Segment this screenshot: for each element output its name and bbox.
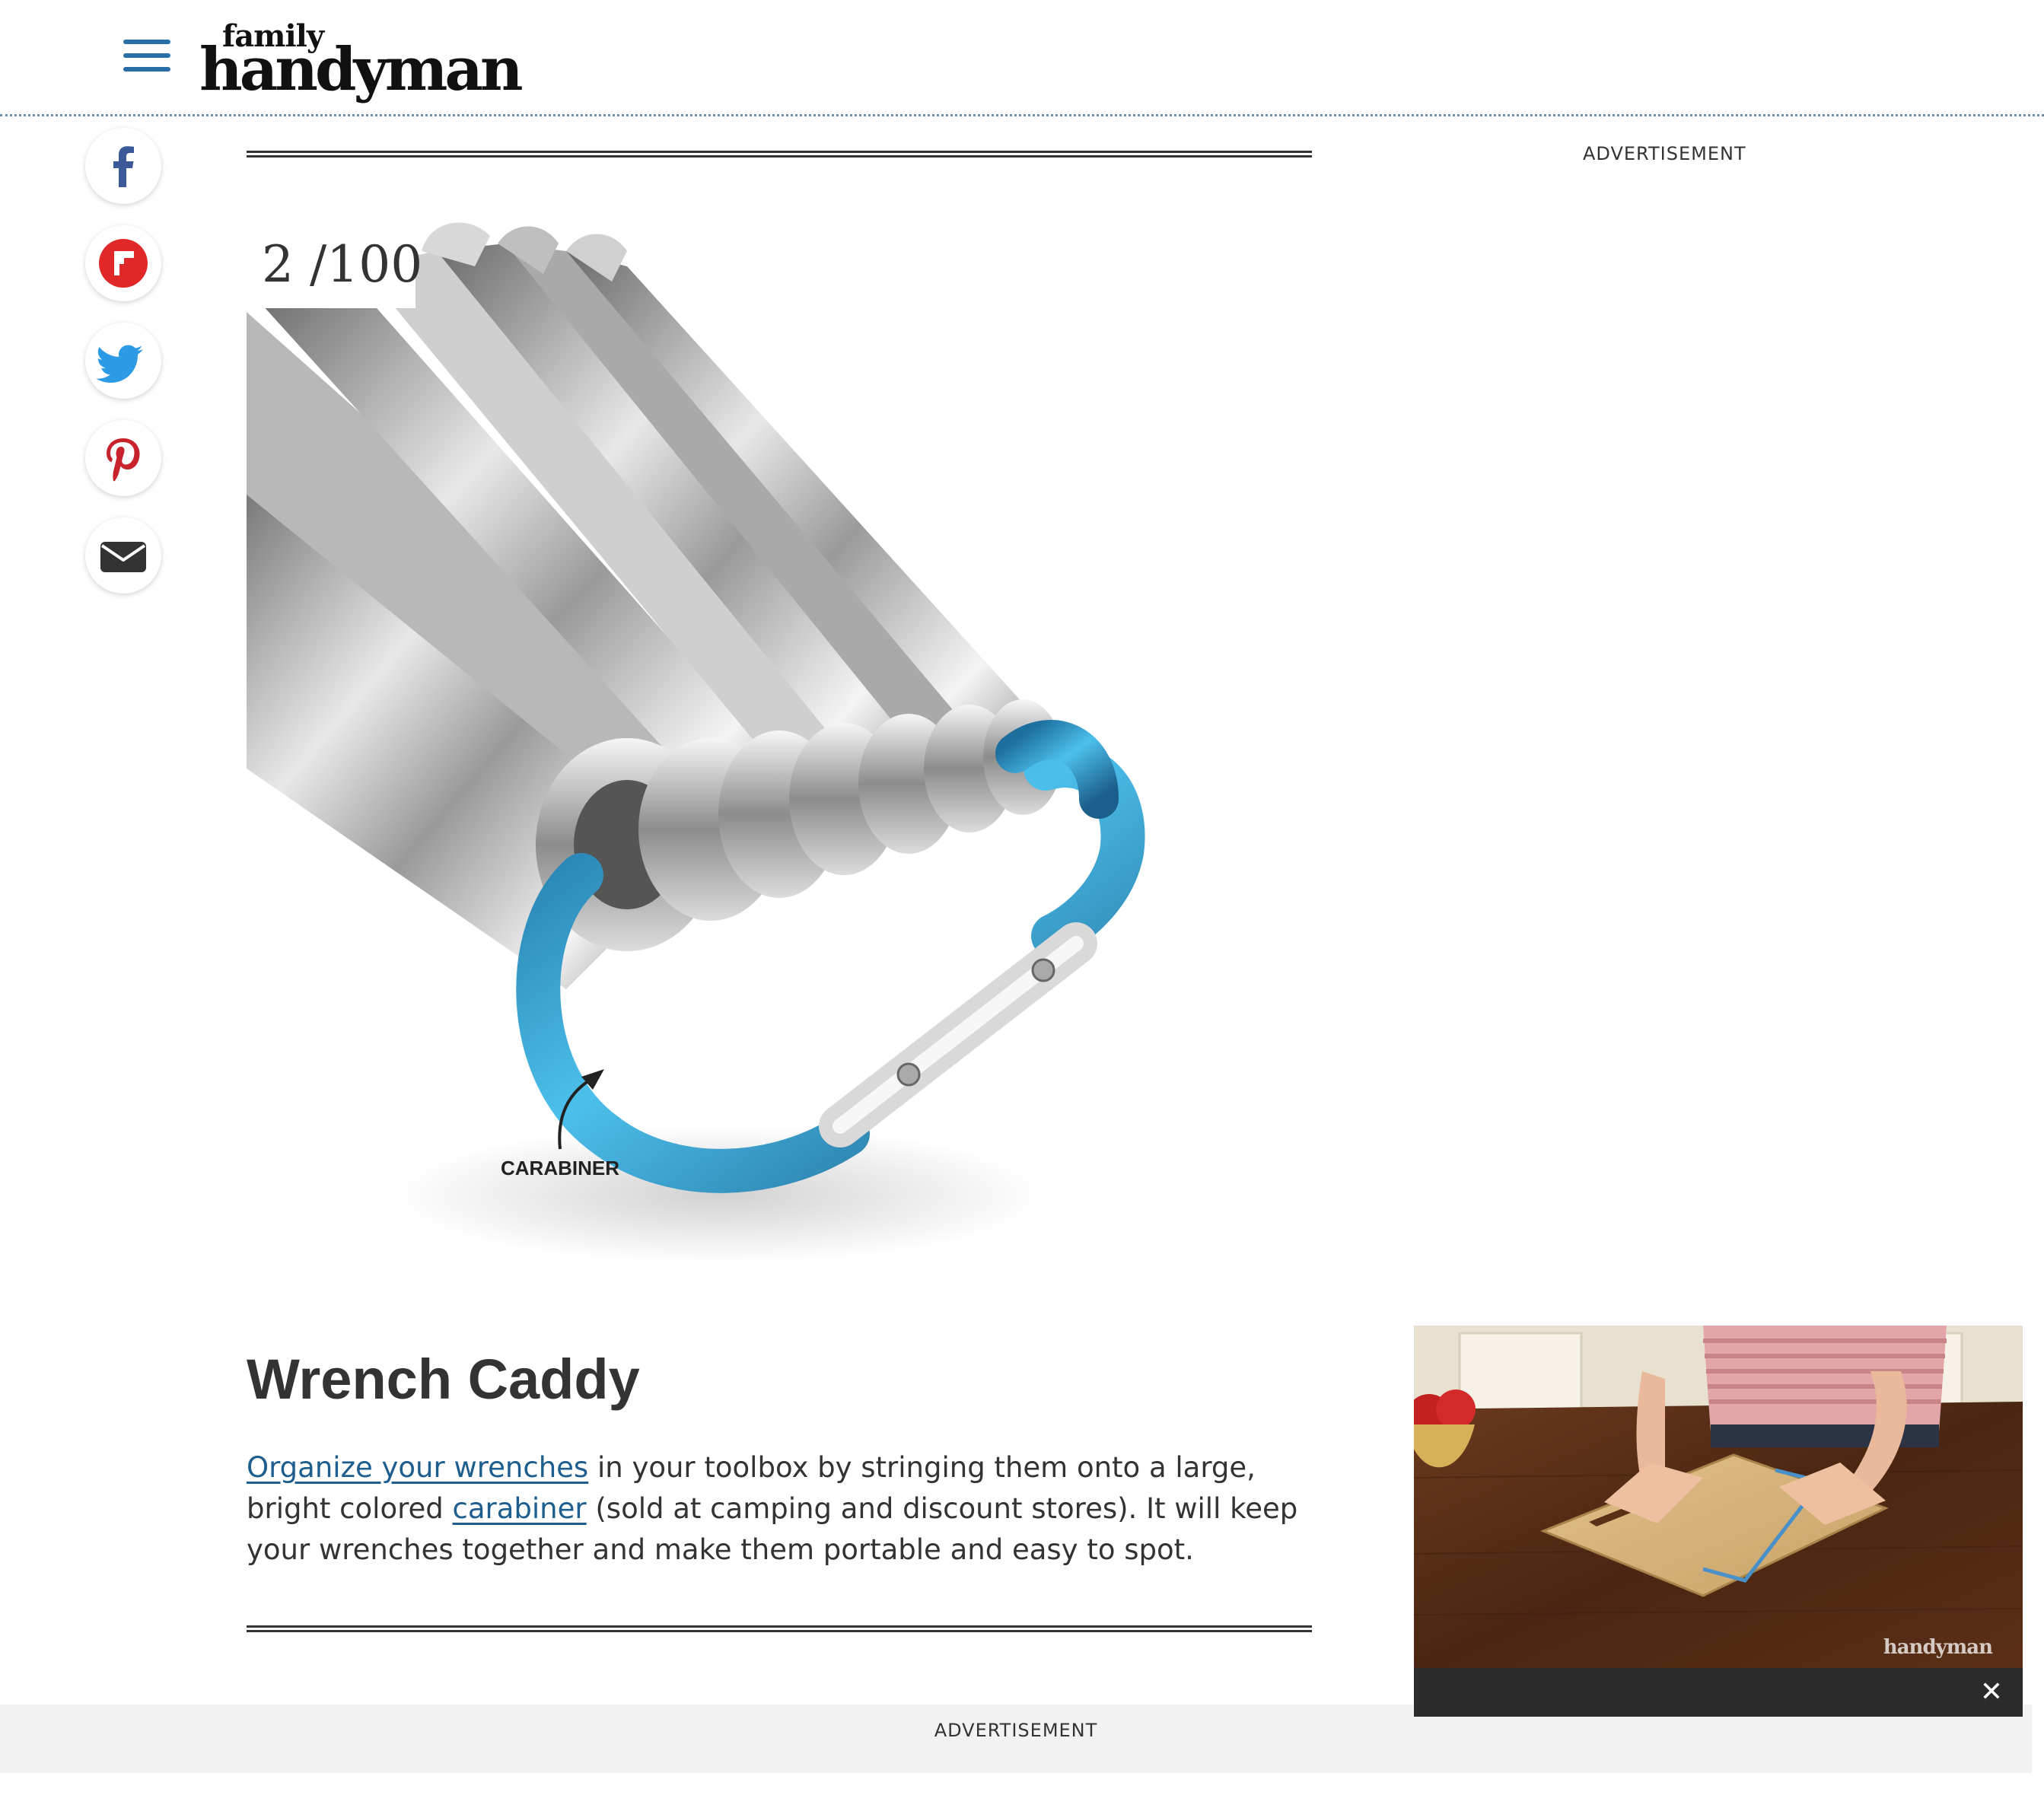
email-icon (100, 542, 146, 572)
twitter-icon (96, 345, 143, 383)
close-icon[interactable]: ✕ (1980, 1677, 2003, 1708)
logo-big-text: handyman (199, 35, 524, 104)
hamburger-menu-icon[interactable] (123, 40, 170, 75)
facebook-share-button[interactable] (85, 128, 161, 204)
slide-counter: 2 /100 (247, 221, 422, 308)
flipboard-icon (99, 239, 148, 288)
slide-description: Organize your wrenches in your toolbox b… (247, 1447, 1327, 1571)
advertisement-label-sidebar: ADVERTISEMENT (1583, 143, 1746, 164)
advertisement-label-banner: ADVERTISEMENT (934, 1720, 1098, 1741)
slide-title: Wrench Caddy (247, 1348, 640, 1411)
section-divider-top (247, 151, 1312, 158)
section-divider-bottom (247, 1625, 1312, 1632)
floating-video-player[interactable]: handyman ✕ (1414, 1326, 2023, 1717)
wrench-carabiner-photo (247, 221, 1312, 1309)
twitter-share-button[interactable] (85, 323, 161, 399)
site-header: family handyman (0, 0, 2044, 116)
carabiner-link[interactable]: carabiner (453, 1492, 587, 1525)
image-callout-label: CARABINER (501, 1157, 619, 1179)
organize-wrenches-link[interactable]: Organize your wrenches (247, 1451, 588, 1484)
flipboard-share-button[interactable] (85, 225, 161, 301)
facebook-icon (113, 146, 134, 187)
pinterest-share-button[interactable] (85, 420, 161, 496)
video-watermark: handyman (1883, 1636, 1993, 1659)
pinterest-icon (107, 438, 140, 482)
site-logo[interactable]: family handyman (199, 20, 524, 102)
email-share-button[interactable] (85, 517, 161, 594)
video-frame (1414, 1326, 2023, 1668)
video-control-bar: ✕ (1414, 1668, 2023, 1717)
